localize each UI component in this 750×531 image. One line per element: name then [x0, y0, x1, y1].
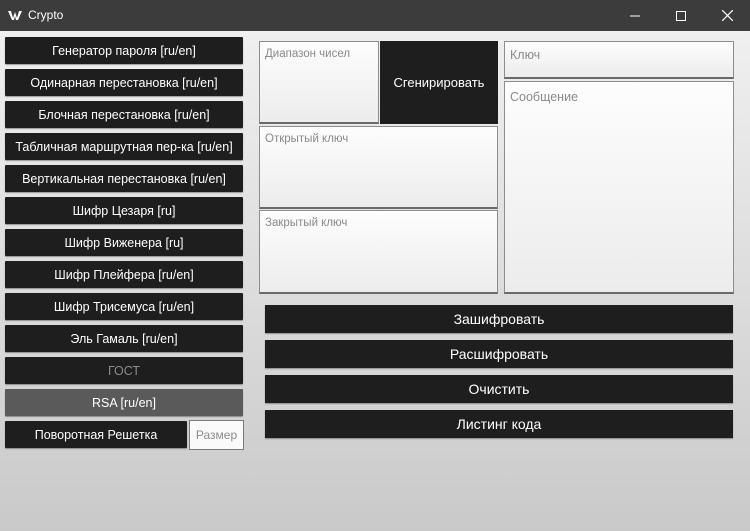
sidebar-item-password-generator[interactable]: Генератор пароля [ru/en] [5, 37, 243, 64]
key-input[interactable]: Ключ [504, 41, 734, 79]
app-logo-icon [8, 11, 22, 20]
number-range-placeholder: Диапазон чисел [265, 48, 351, 60]
private-key-input[interactable]: Закрытый ключ [259, 210, 498, 294]
close-button[interactable] [704, 0, 750, 31]
maximize-icon [676, 10, 686, 21]
sidebar-item-trisemus[interactable]: Шифр Трисемуса [ru/en] [5, 293, 243, 320]
sidebar-item-gost[interactable]: ГОСТ [5, 357, 243, 384]
clear-button[interactable]: Очистить [265, 375, 733, 403]
public-key-input[interactable]: Открытый ключ [259, 126, 498, 209]
sidebar-item-playfair[interactable]: Шифр Плейфера [ru/en] [5, 261, 243, 288]
sidebar-item-block-permutation[interactable]: Блочная перестановка [ru/en] [5, 101, 243, 128]
sidebar-item-table-route-permutation[interactable]: Табличная маршрутная пер-ка [ru/en] [5, 133, 243, 160]
number-range-input[interactable]: Диапазон чисел [259, 41, 379, 124]
public-key-placeholder: Открытый ключ [265, 133, 349, 145]
sidebar-item-rotating-grille[interactable]: Поворотная Решетка [5, 421, 187, 448]
sidebar-item-elgamal[interactable]: Эль Гамаль [ru/en] [5, 325, 243, 352]
decrypt-button[interactable]: Расшифровать [265, 340, 733, 368]
encrypt-button[interactable]: Зашифровать [265, 305, 733, 333]
title-bar: Crypto [0, 0, 750, 31]
maximize-button[interactable] [658, 0, 704, 31]
message-textarea[interactable]: Сообщение [504, 81, 734, 294]
generate-button[interactable]: Сгенирировать [380, 41, 498, 124]
private-key-placeholder: Закрытый ключ [265, 217, 348, 229]
sidebar-item-single-permutation[interactable]: Одинарная перестановка [ru/en] [5, 69, 243, 96]
window-title: Crypto [28, 8, 64, 22]
close-icon [721, 10, 733, 21]
sidebar-item-rsa[interactable]: RSA [ru/en] [5, 389, 243, 416]
minimize-icon [630, 15, 640, 16]
grille-size-input[interactable]: Размер [189, 420, 244, 450]
minimize-button[interactable] [612, 0, 658, 31]
sidebar-item-vigenere[interactable]: Шифр Виженера [ru] [5, 229, 243, 256]
sidebar-item-vertical-permutation[interactable]: Вертикальная перестановка [ru/en] [5, 165, 243, 192]
key-placeholder: Ключ [510, 48, 541, 62]
sidebar-item-caesar[interactable]: Шифр Цезаря [ru] [5, 197, 243, 224]
message-placeholder: Сообщение [510, 90, 579, 104]
code-listing-button[interactable]: Листинг кода [265, 410, 733, 438]
